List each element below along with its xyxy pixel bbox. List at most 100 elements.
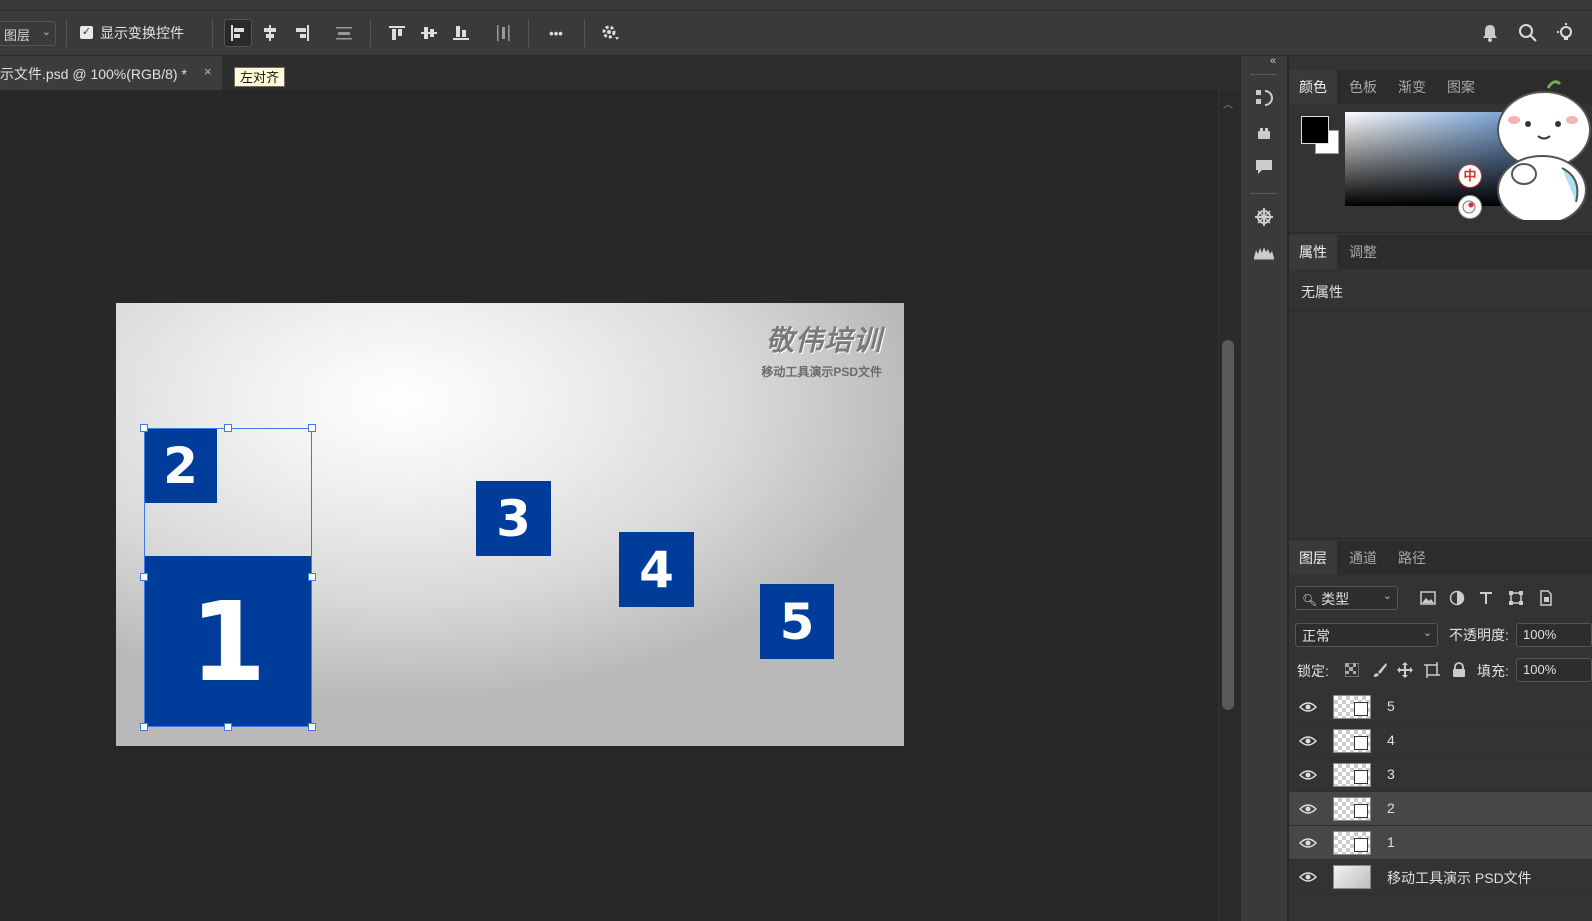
align-top-button[interactable] (383, 19, 411, 47)
comments-button[interactable] (1250, 153, 1278, 181)
divider (66, 19, 67, 47)
scrollbar-thumb[interactable] (1222, 340, 1234, 710)
tab-layers[interactable]: 图层 (1289, 541, 1337, 575)
tab-channels[interactable]: 通道 (1339, 541, 1387, 575)
tooltip: 左对齐 (234, 67, 286, 87)
transform-handle[interactable] (224, 424, 232, 432)
align-bottom-button[interactable] (447, 19, 475, 47)
transform-handle[interactable] (224, 723, 232, 731)
search-icon (1519, 24, 1537, 42)
tab-gradients[interactable]: 渐变 (1388, 70, 1436, 104)
transform-handle[interactable] (140, 723, 148, 731)
tile-5[interactable]: 5 (760, 584, 834, 659)
history-button[interactable] (1250, 84, 1278, 112)
transform-handle[interactable] (308, 723, 316, 731)
histogram-button[interactable] (1250, 237, 1278, 265)
panel-icon-rail (1240, 56, 1288, 921)
distribute-vertical-button[interactable] (489, 19, 517, 47)
layer-row[interactable]: 5 (1289, 690, 1592, 724)
layer-row[interactable]: 移动工具演示 PSD文件 (1289, 860, 1592, 894)
filter-pixel-layers-button[interactable] (1416, 586, 1440, 610)
layer-name: 3 (1387, 766, 1395, 782)
layer-name: 移动工具演示 PSD文件 (1387, 870, 1532, 886)
foreground-color-swatch[interactable] (1301, 116, 1329, 144)
actions-button[interactable] (1250, 119, 1278, 147)
align-vertical-center-button[interactable] (415, 19, 443, 47)
eye-icon[interactable] (1299, 733, 1317, 749)
filter-type-layers-button[interactable] (1474, 586, 1498, 610)
transform-bounding-box[interactable] (140, 424, 316, 731)
eye-icon[interactable] (1299, 869, 1317, 885)
eye-icon[interactable] (1299, 801, 1317, 817)
align-right-button[interactable] (288, 19, 316, 47)
tab-adjustments[interactable]: 调整 (1339, 235, 1387, 269)
image-icon (1420, 591, 1436, 605)
lock-position-button[interactable] (1393, 658, 1417, 682)
transform-handle[interactable] (308, 424, 316, 432)
grip-handle[interactable] (1251, 74, 1277, 78)
lock-artboard-button[interactable] (1420, 658, 1444, 682)
close-tab-icon[interactable]: × (204, 64, 212, 79)
transform-handle[interactable] (308, 573, 316, 581)
transform-handle[interactable] (140, 573, 148, 581)
layer-thumbnail (1333, 729, 1371, 753)
layers-panel-tabs: 图层 通道 路径 (1289, 541, 1592, 575)
opacity-field[interactable]: 100% (1516, 623, 1592, 647)
layer-filter-select[interactable]: 🔍︎ 类型 ⌄ (1295, 586, 1398, 610)
mascot-sticker-image (1497, 80, 1591, 220)
layer-row[interactable]: 3 (1289, 758, 1592, 792)
fill-field[interactable]: 100% (1516, 658, 1592, 682)
more-options-button[interactable]: ••• (540, 19, 572, 47)
show-transform-checkbox[interactable]: ✓ (80, 26, 93, 39)
filter-smart-objects-button[interactable] (1534, 586, 1558, 610)
transform-handle[interactable] (140, 424, 148, 432)
lock-icon (1453, 662, 1465, 677)
tab-patterns[interactable]: 图案 (1437, 70, 1485, 104)
eye-icon[interactable] (1299, 767, 1317, 783)
shape-icon (1509, 591, 1523, 605)
align-left-button[interactable] (224, 19, 252, 47)
workspace-button[interactable] (1552, 19, 1580, 47)
tile-4[interactable]: 4 (619, 532, 694, 607)
tab-swatches[interactable]: 色板 (1339, 70, 1387, 104)
compass-icon (1255, 208, 1273, 226)
blend-mode-select[interactable]: 正常 ⌄ (1295, 623, 1438, 647)
eye-icon[interactable] (1299, 835, 1317, 851)
eye-icon[interactable] (1299, 699, 1317, 715)
align-right-icon (296, 25, 309, 41)
distribute-v-icon (497, 25, 510, 41)
filter-adjustment-layers-button[interactable] (1445, 586, 1469, 610)
align-vcenter-icon (421, 27, 437, 39)
filter-shape-layers-button[interactable] (1504, 586, 1528, 610)
navigator-button[interactable] (1250, 203, 1278, 231)
layer-row[interactable]: 4 (1289, 724, 1592, 758)
lock-transparent-pixels-button[interactable] (1340, 658, 1364, 682)
align-horizontal-center-button[interactable] (256, 19, 284, 47)
move-icon (1397, 662, 1413, 678)
notifications-button[interactable] (1476, 19, 1504, 47)
search-button[interactable] (1514, 19, 1542, 47)
layer-row-selected[interactable]: 1 (1289, 826, 1592, 860)
document-tab-title: 演示文件.psd @ 100%(RGB/8) * (0, 66, 187, 82)
tab-properties[interactable]: 属性 (1289, 235, 1337, 269)
layer-row-selected[interactable]: 2 (1289, 792, 1592, 826)
lock-image-pixels-button[interactable] (1368, 658, 1392, 682)
tile-3[interactable]: 3 (476, 481, 551, 556)
tab-color[interactable]: 颜色 (1289, 70, 1337, 104)
lock-all-button[interactable] (1447, 658, 1471, 682)
auto-select-dropdown[interactable]: 图层 ⌄ (0, 21, 56, 46)
scroll-up-icon[interactable]: ︿ (1223, 96, 1233, 111)
blend-mode-value: 正常 (1302, 628, 1330, 644)
grip-handle[interactable] (1251, 193, 1277, 197)
layer-thumbnail (1333, 763, 1371, 787)
tab-paths[interactable]: 路径 (1388, 541, 1436, 575)
collapse-panels-icon[interactable]: « (1270, 55, 1276, 67)
align-top-icon (389, 26, 405, 40)
settings-button[interactable] (596, 19, 624, 47)
distribute-horizontal-button[interactable] (330, 19, 358, 47)
smart-object-icon (1354, 838, 1368, 852)
ime-mascot-badge (1458, 195, 1482, 219)
checkerboard-icon (1345, 663, 1359, 677)
divider (370, 19, 371, 47)
document-tab[interactable]: 演示文件.psd @ 100%(RGB/8) * × (0, 56, 222, 90)
